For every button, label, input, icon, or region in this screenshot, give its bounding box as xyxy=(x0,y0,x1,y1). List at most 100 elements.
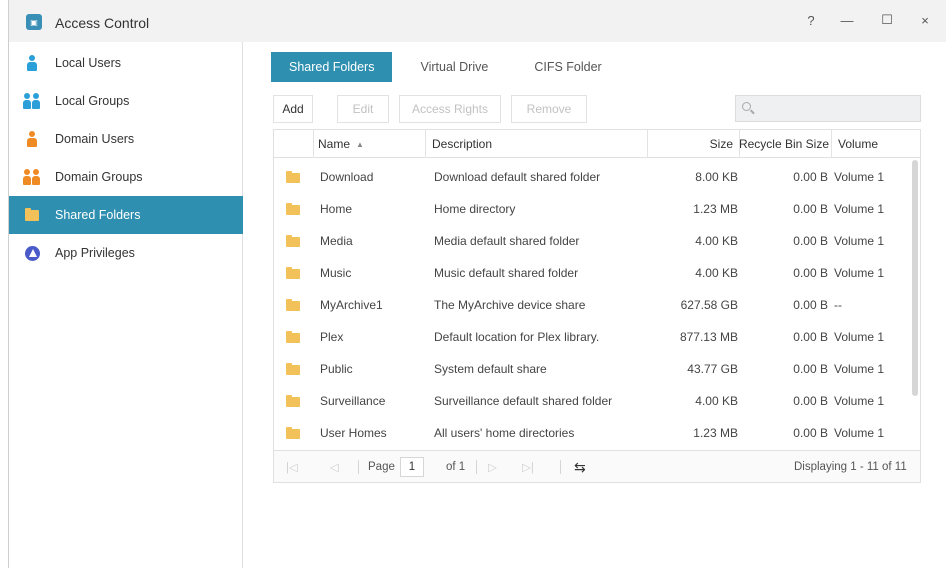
folder-icon xyxy=(286,363,300,375)
folder-icon xyxy=(286,267,300,279)
cell-recycle-bin-size: 0.00 B xyxy=(793,170,828,184)
header-description[interactable]: Description xyxy=(426,130,648,158)
maximize-button[interactable]: ☐ xyxy=(875,10,899,30)
help-button[interactable]: ? xyxy=(799,10,823,30)
cell-name: User Homes xyxy=(320,426,387,440)
header-recycle-bin-size[interactable]: Recycle Bin Size xyxy=(740,130,832,158)
domain-group-icon xyxy=(23,168,41,186)
cell-recycle-bin-size: 0.00 B xyxy=(793,298,828,312)
tab-cifs-folder[interactable]: CIFS Folder xyxy=(516,52,619,82)
sidebar-item-local-groups[interactable]: Local Groups xyxy=(9,82,243,120)
remove-button[interactable]: Remove xyxy=(511,95,587,123)
table-row[interactable]: Public System default share 43.77 GB 0.0… xyxy=(274,353,912,385)
cell-name: Public xyxy=(320,362,353,376)
cell-recycle-bin-size: 0.00 B xyxy=(793,362,828,376)
first-page-button[interactable]: |◁ xyxy=(286,451,298,483)
access-control-window: ▣ Access Control ? — ☐ × Local Users Loc… xyxy=(8,0,946,568)
cell-size: 4.00 KB xyxy=(695,266,738,280)
cell-name: Music xyxy=(320,266,352,280)
page-number-input[interactable]: 1 xyxy=(400,457,424,477)
table-row[interactable]: Surveillance Surveillance default shared… xyxy=(274,385,912,417)
cell-recycle-bin-size: 0.00 B xyxy=(793,234,828,248)
table-row[interactable]: Media Media default shared folder 4.00 K… xyxy=(274,225,912,257)
shared-folders-table: Name ▲ Description Size Recycle Bin Size… xyxy=(273,129,921,483)
page-count-label: of 1 xyxy=(446,461,466,473)
folder-icon xyxy=(286,171,300,183)
tab-virtual-drive[interactable]: Virtual Drive xyxy=(402,52,506,82)
table-row[interactable]: Music Music default shared folder 4.00 K… xyxy=(274,257,912,289)
table-header: Name ▲ Description Size Recycle Bin Size… xyxy=(274,130,920,158)
cell-volume: Volume 1 xyxy=(834,394,885,408)
table-row[interactable]: MyArchive1 The MyArchive device share 62… xyxy=(274,289,912,321)
cell-recycle-bin-size: 0.00 B xyxy=(793,202,828,216)
cell-volume: Volume 1 xyxy=(834,202,885,216)
search-icon xyxy=(741,101,757,117)
cell-description: Home directory xyxy=(434,202,516,216)
pager-divider xyxy=(358,460,359,474)
sidebar-item-label: Local Groups xyxy=(55,94,130,108)
folder-icon xyxy=(286,299,300,311)
sidebar-item-label: Domain Users xyxy=(55,132,135,146)
cell-name: Plex xyxy=(320,330,344,344)
cell-volume: Volume 1 xyxy=(834,330,885,344)
sidebar-item-app-privileges[interactable]: App Privileges xyxy=(9,234,243,272)
cell-description: Default location for Plex library. xyxy=(434,330,600,344)
close-button[interactable]: × xyxy=(913,10,937,30)
cell-recycle-bin-size: 0.00 B xyxy=(793,330,828,344)
minimize-button[interactable]: — xyxy=(835,10,859,30)
sidebar-item-shared-folders[interactable]: Shared Folders xyxy=(9,196,243,234)
table-row[interactable]: Download Download default shared folder … xyxy=(274,161,912,193)
cell-recycle-bin-size: 0.00 B xyxy=(793,394,828,408)
cell-size: 1.23 MB xyxy=(693,426,738,440)
header-volume[interactable]: Volume xyxy=(832,130,920,158)
sidebar-item-domain-groups[interactable]: Domain Groups xyxy=(9,158,243,196)
search-input[interactable] xyxy=(735,95,921,122)
cell-name: Home xyxy=(320,202,353,216)
access-control-app-icon: ▣ xyxy=(26,14,42,30)
sidebar-item-local-users[interactable]: Local Users xyxy=(9,44,243,82)
header-size[interactable]: Size xyxy=(648,130,740,158)
toolbar: Add Edit Access Rights Remove xyxy=(273,95,921,123)
cell-size: 4.00 KB xyxy=(695,234,738,248)
sidebar-item-domain-users[interactable]: Domain Users xyxy=(9,120,243,158)
previous-page-button[interactable]: ◁ xyxy=(330,451,339,483)
cell-description: System default share xyxy=(434,362,547,376)
app-privileges-icon xyxy=(23,244,41,262)
tab-shared-folders[interactable]: Shared Folders xyxy=(271,52,393,82)
cell-size: 4.00 KB xyxy=(695,394,738,408)
cell-volume: Volume 1 xyxy=(834,426,885,440)
folder-icon xyxy=(286,203,300,215)
cell-size: 43.77 GB xyxy=(687,362,738,376)
edit-button[interactable]: Edit xyxy=(337,95,389,123)
cell-volume: Volume 1 xyxy=(834,362,885,376)
cell-description: Surveillance default shared folder xyxy=(434,394,613,408)
table-row[interactable]: Home Home directory 1.23 MB 0.00 B Volum… xyxy=(274,193,912,225)
pagination-bar: |◁ ◁ Page 1 of 1 ▷ ▷| ⇆ Displaying 1 - 1… xyxy=(274,450,920,482)
folder-icon xyxy=(286,395,300,407)
table-row[interactable]: Plex Default location for Plex library. … xyxy=(274,321,912,353)
table-scrollbar[interactable] xyxy=(912,160,918,396)
cell-size: 627.58 GB xyxy=(680,298,738,312)
last-page-button[interactable]: ▷| xyxy=(522,451,534,483)
header-icon-column xyxy=(274,130,314,158)
next-page-button[interactable]: ▷ xyxy=(488,451,497,483)
refresh-icon[interactable]: ⇆ xyxy=(574,451,586,483)
cell-recycle-bin-size: 0.00 B xyxy=(793,426,828,440)
access-rights-button[interactable]: Access Rights xyxy=(399,95,501,123)
pager-divider xyxy=(476,460,477,474)
header-name[interactable]: Name ▲ xyxy=(314,130,426,158)
sidebar-item-label: Domain Groups xyxy=(55,170,143,184)
table-row[interactable]: User Homes All users' home directories 1… xyxy=(274,417,912,449)
tab-bar: Shared Folders Virtual Drive CIFS Folder xyxy=(271,52,630,82)
cell-volume: Volume 1 xyxy=(834,234,885,248)
cell-description: Download default shared folder xyxy=(434,170,601,184)
cell-volume: Volume 1 xyxy=(834,266,885,280)
folder-icon xyxy=(286,235,300,247)
sort-ascending-icon: ▲ xyxy=(356,139,364,149)
folder-icon xyxy=(286,427,300,439)
sidebar-item-label: Local Users xyxy=(55,56,121,70)
displaying-count: Displaying 1 - 11 of 11 xyxy=(794,461,907,473)
add-button[interactable]: Add xyxy=(273,95,313,123)
window-title: Access Control xyxy=(55,15,150,31)
cell-size: 8.00 KB xyxy=(695,170,738,184)
